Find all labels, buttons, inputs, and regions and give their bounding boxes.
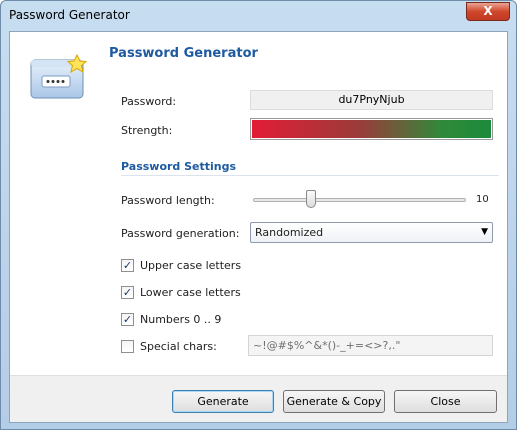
special-chars-input[interactable]: ~!@#$%^&*()-_+=<>?,." — [248, 335, 493, 356]
special-chars-label[interactable]: Special chars: — [140, 340, 217, 353]
password-generation-select[interactable]: Randomized ▼ — [250, 222, 493, 243]
upper-case-label[interactable]: Upper case letters — [140, 259, 241, 272]
strength-label: Strength: — [121, 124, 173, 137]
special-chars-checkbox[interactable] — [121, 340, 134, 353]
password-output-field[interactable]: du7PnyNjub — [250, 90, 493, 110]
window-close-button[interactable]: X — [466, 2, 510, 21]
upper-case-checkbox[interactable]: ✓ — [121, 259, 134, 272]
dialog-heading: Password Generator — [109, 46, 258, 61]
password-generation-label: Password generation: — [121, 227, 240, 240]
dialog-content: Password Generator Password: du7PnyNjub … — [9, 31, 508, 423]
password-generator-window: Password Generator X Password Generator … — [0, 0, 517, 430]
strength-meter — [250, 118, 493, 140]
chevron-down-icon: ▼ — [481, 227, 488, 237]
button-bar: Generate Generate & Copy Close — [10, 375, 507, 422]
section-title-password-settings: Password Settings — [121, 160, 237, 173]
section-divider — [121, 175, 499, 176]
title-bar[interactable]: Password Generator X — [1, 1, 516, 31]
password-length-slider-track[interactable] — [253, 198, 466, 202]
window-title: Password Generator — [9, 8, 130, 22]
password-label: Password: — [121, 95, 177, 108]
password-length-label: Password length: — [121, 194, 215, 207]
password-field-star-icon — [30, 53, 94, 102]
numbers-checkbox[interactable]: ✓ — [121, 313, 134, 326]
generate-button[interactable]: Generate — [172, 390, 274, 413]
numbers-label[interactable]: Numbers 0 .. 9 — [140, 313, 221, 326]
lower-case-checkbox[interactable]: ✓ — [121, 286, 134, 299]
password-length-slider-thumb[interactable] — [306, 190, 316, 208]
lower-case-label[interactable]: Lower case letters — [140, 286, 241, 299]
strength-meter-fill — [252, 120, 491, 138]
password-length-value: 10 — [476, 194, 489, 205]
generate-copy-button[interactable]: Generate & Copy — [283, 390, 385, 413]
password-generation-selected: Randomized — [255, 226, 324, 239]
close-button[interactable]: Close — [394, 390, 497, 413]
